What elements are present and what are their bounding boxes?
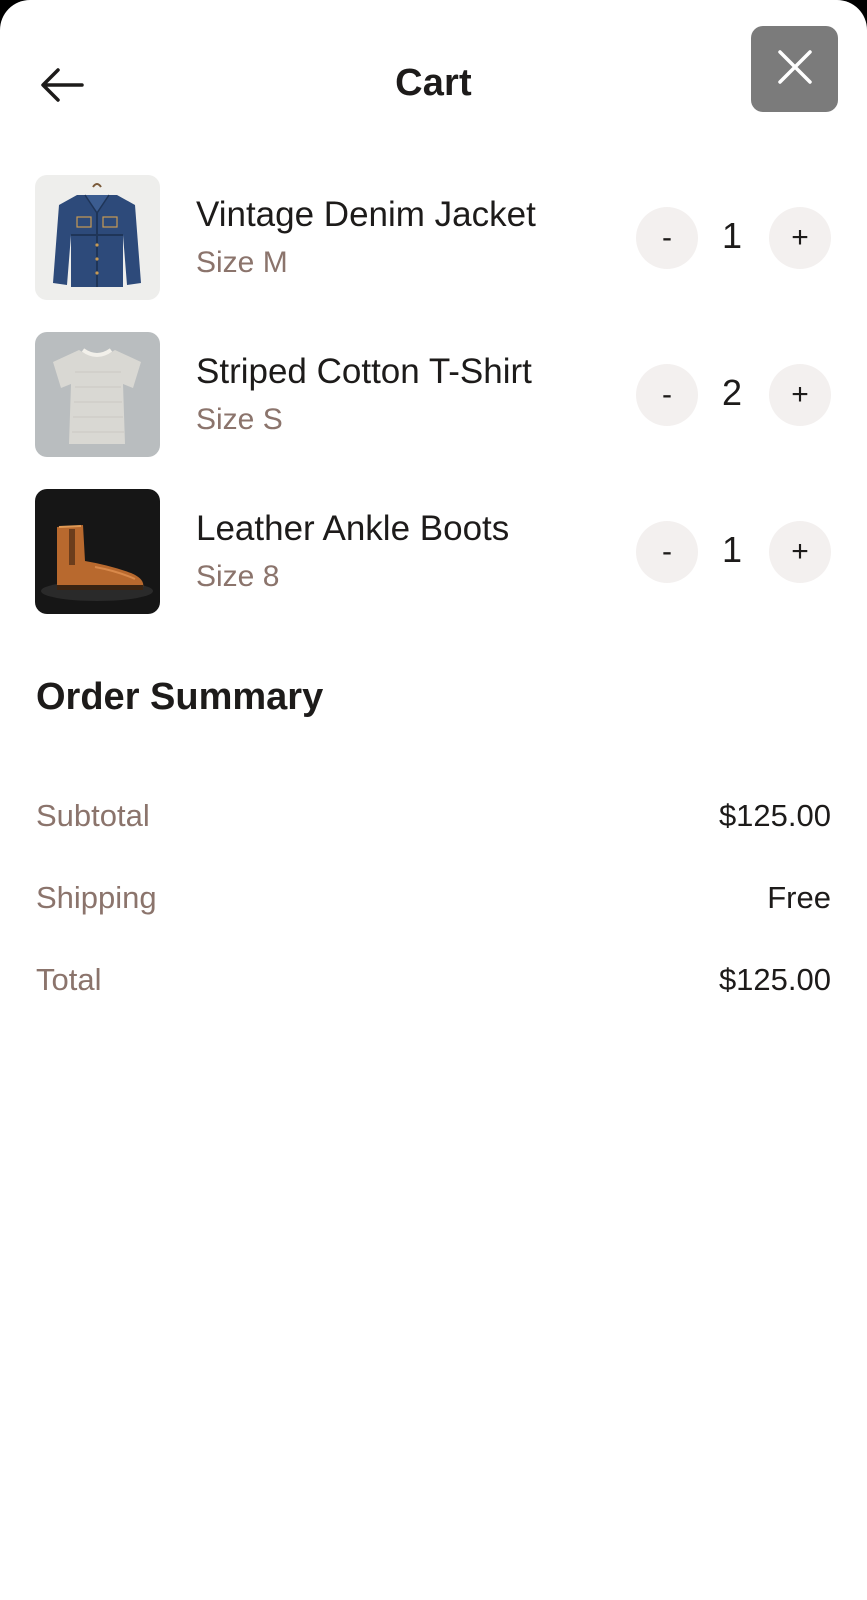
summary-label: Shipping	[36, 880, 157, 915]
page-title: Cart	[395, 62, 472, 104]
increment-button[interactable]: +	[769, 207, 831, 269]
cart-item: Striped Cotton T-Shirt Size S - 2 +	[0, 332, 867, 458]
item-name: Leather Ankle Boots	[196, 509, 510, 548]
increment-button[interactable]: +	[769, 521, 831, 583]
summary-value: Free	[767, 880, 831, 915]
item-name: Vintage Denim Jacket	[196, 195, 536, 234]
close-button[interactable]	[751, 26, 838, 112]
item-size: Size S	[196, 403, 283, 436]
item-quantity: 1	[721, 215, 743, 256]
summary-row-shipping: Shipping Free	[36, 880, 831, 930]
decrement-button[interactable]: -	[636, 521, 698, 583]
item-name: Striped Cotton T-Shirt	[196, 352, 532, 391]
decrement-button[interactable]: -	[636, 364, 698, 426]
t-shirt-image	[35, 332, 160, 457]
header: Cart	[0, 0, 867, 150]
summary-value: $125.00	[718, 962, 831, 997]
summary-row-subtotal: Subtotal $125.00	[36, 798, 831, 848]
item-size: Size 8	[196, 560, 280, 593]
item-quantity: 2	[721, 372, 743, 413]
summary-label: Subtotal	[36, 798, 150, 833]
decrement-button[interactable]: -	[636, 207, 698, 269]
item-quantity: 1	[721, 529, 743, 570]
summary-value: $125.00	[718, 798, 831, 833]
item-size: Size M	[196, 246, 288, 279]
cart-item: Vintage Denim Jacket Size M - 1 +	[0, 175, 867, 301]
cart-item: Leather Ankle Boots Size 8 - 1 +	[0, 489, 867, 615]
summary-label: Total	[36, 962, 102, 997]
denim-jacket-image	[35, 175, 160, 300]
order-summary-title: Order Summary	[36, 676, 324, 718]
cart-sheet: Cart Vintage Denim Jacket Size M - 1 + S…	[0, 0, 867, 1600]
summary-row-total: Total $125.00	[36, 962, 831, 1012]
close-icon	[777, 49, 813, 90]
increment-button[interactable]: +	[769, 364, 831, 426]
ankle-boots-image	[35, 489, 160, 614]
